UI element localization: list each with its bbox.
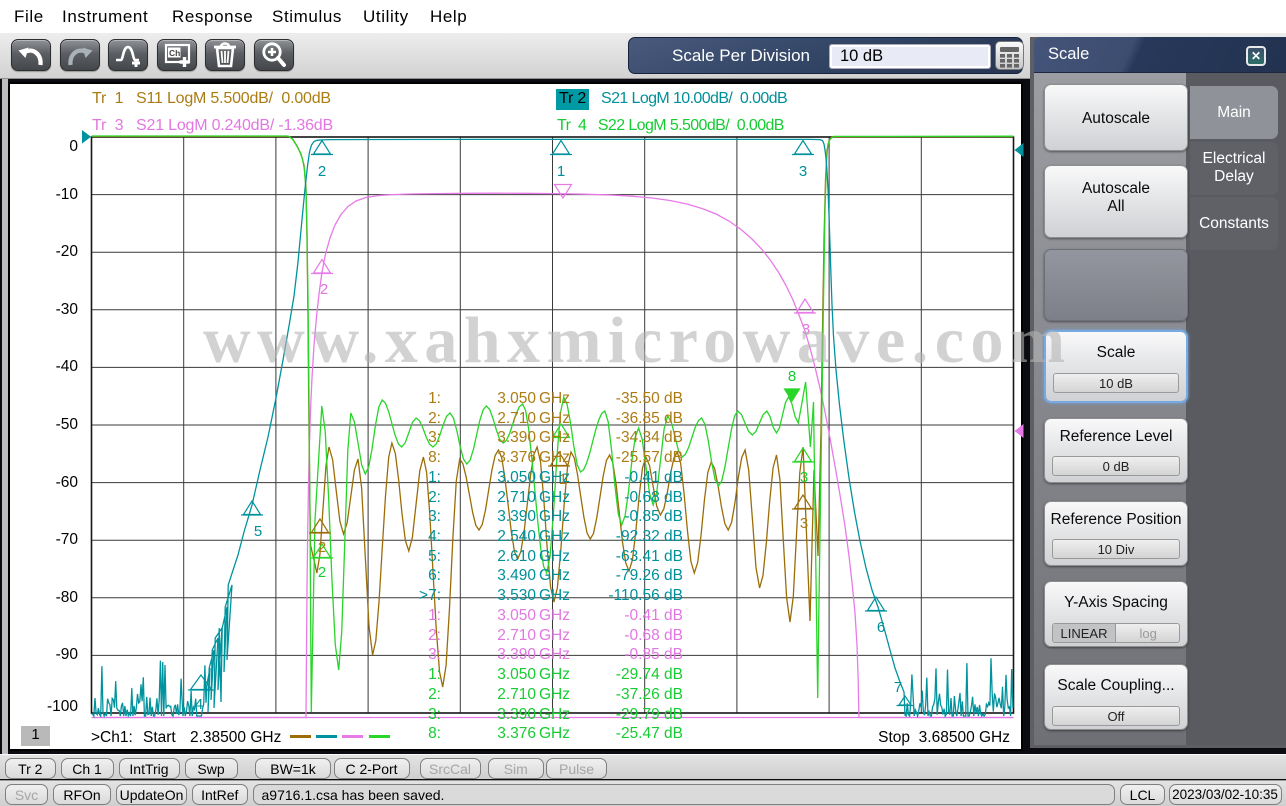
svg-text:Ch: Ch: [169, 48, 180, 58]
